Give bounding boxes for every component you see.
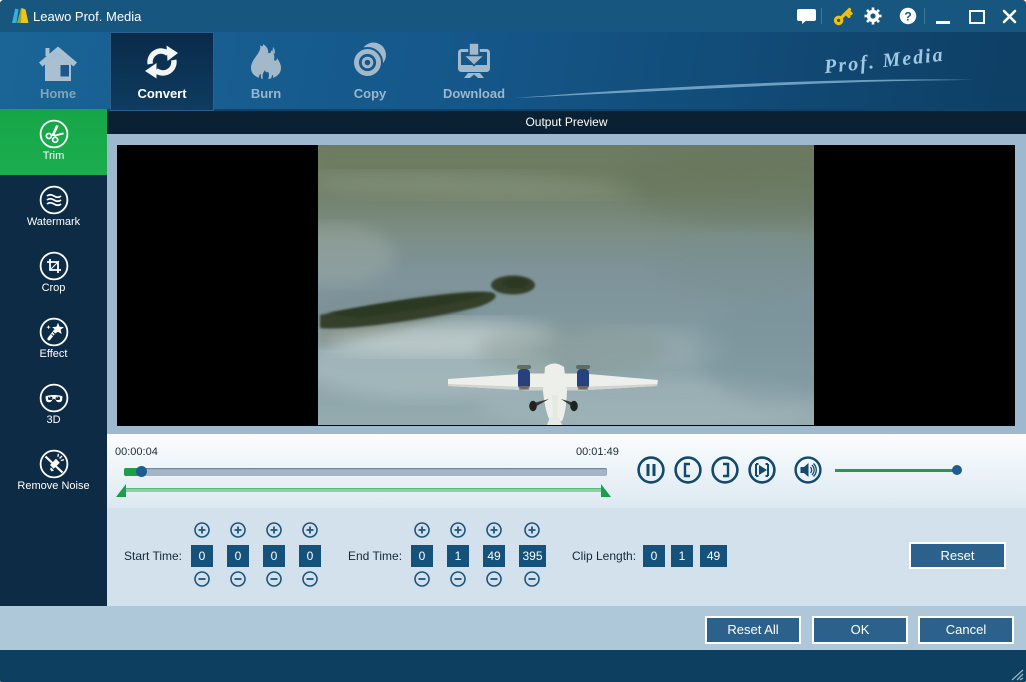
svg-text:?: ? xyxy=(904,9,911,23)
